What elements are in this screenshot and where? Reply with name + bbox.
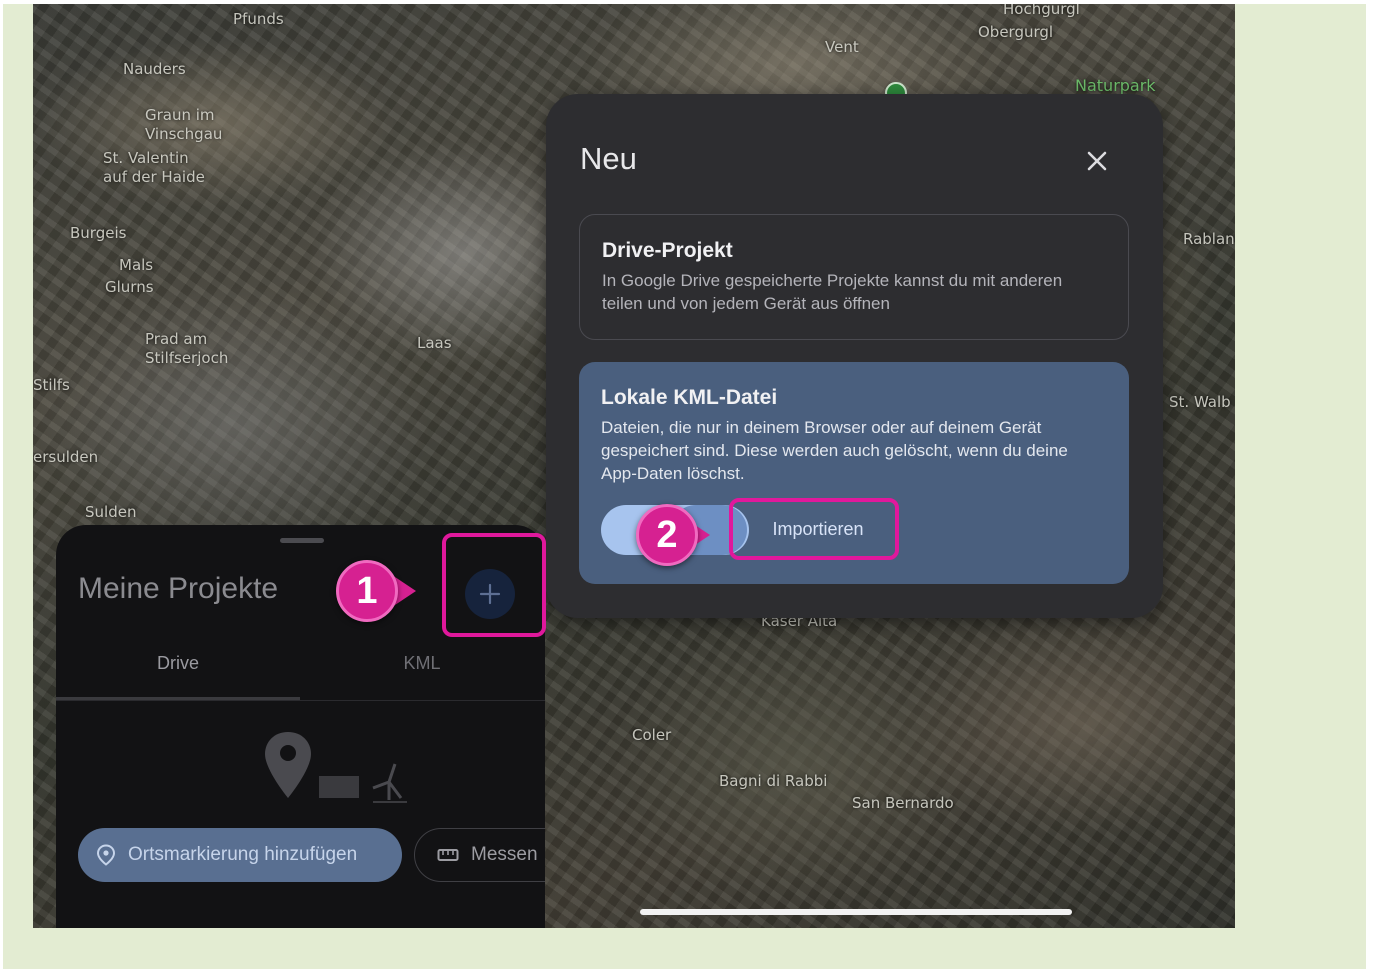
place-label: Rabland [1183,230,1235,248]
place-label: St. Walb [1169,393,1231,411]
place-label: Laas [417,334,452,352]
place-label: Hochgurgl [1003,4,1080,18]
drive-project-title: Drive-Projekt [602,239,733,262]
local-kml-description: Dateien, die nur in deinem Browser oder … [601,418,1068,483]
measure-label: Messen [471,844,538,865]
tab-divider [56,700,545,701]
place-label: Pfunds [233,10,284,28]
drag-handle[interactable] [280,538,324,543]
place-label: Graun im Vinschgau [145,106,223,143]
measure-button[interactable]: Messen [414,828,545,882]
home-indicator [640,909,1072,915]
place-label: Obergurgl [978,23,1054,41]
drive-project-option[interactable]: Drive-Projekt In Google Drive gespeicher… [579,214,1129,340]
ruler-icon [437,847,459,863]
place-label: Sulden [85,503,137,521]
close-button[interactable] [1078,142,1116,180]
place-label: Stilfs [33,376,70,394]
place-label: Mals [119,256,154,274]
place-label: San Bernardo [852,794,954,812]
place-label: ersulden [33,448,99,466]
place-label: Bagni di Rabbi [719,772,828,790]
panel-title: Meine Projekte [78,572,279,605]
add-placemark-button[interactable]: Ortsmarkierung hinzufügen [78,828,402,882]
tab-drive[interactable]: Drive [56,653,300,699]
place-label: Prad am Stilfserjoch [145,330,229,367]
place-label: Naturpark [1075,76,1156,95]
add-placemark-label: Ortsmarkierung hinzufügen [128,844,358,865]
location-pin-icon [96,844,116,866]
place-label: Glurns [105,278,154,296]
highlight-box-step-1 [442,533,546,637]
empty-state-illustration [265,732,407,803]
step-2-badge: 2 [636,504,698,566]
close-icon [1087,151,1107,171]
tab-kml[interactable]: KML [300,653,544,699]
highlight-box-step-2 [729,498,899,560]
dialog-title: Neu [580,141,637,176]
place-label: Burgeis [70,224,127,242]
place-label: Vent [825,38,859,56]
place-label: Coler [632,726,672,744]
drive-project-description: In Google Drive gespeicherte Projekte ka… [602,271,1063,313]
place-label: Nauders [123,60,186,78]
place-label: St. Valentin auf der Haide [103,149,205,186]
step-1-badge: 1 [336,560,398,622]
local-kml-title: Lokale KML-Datei [601,386,778,409]
